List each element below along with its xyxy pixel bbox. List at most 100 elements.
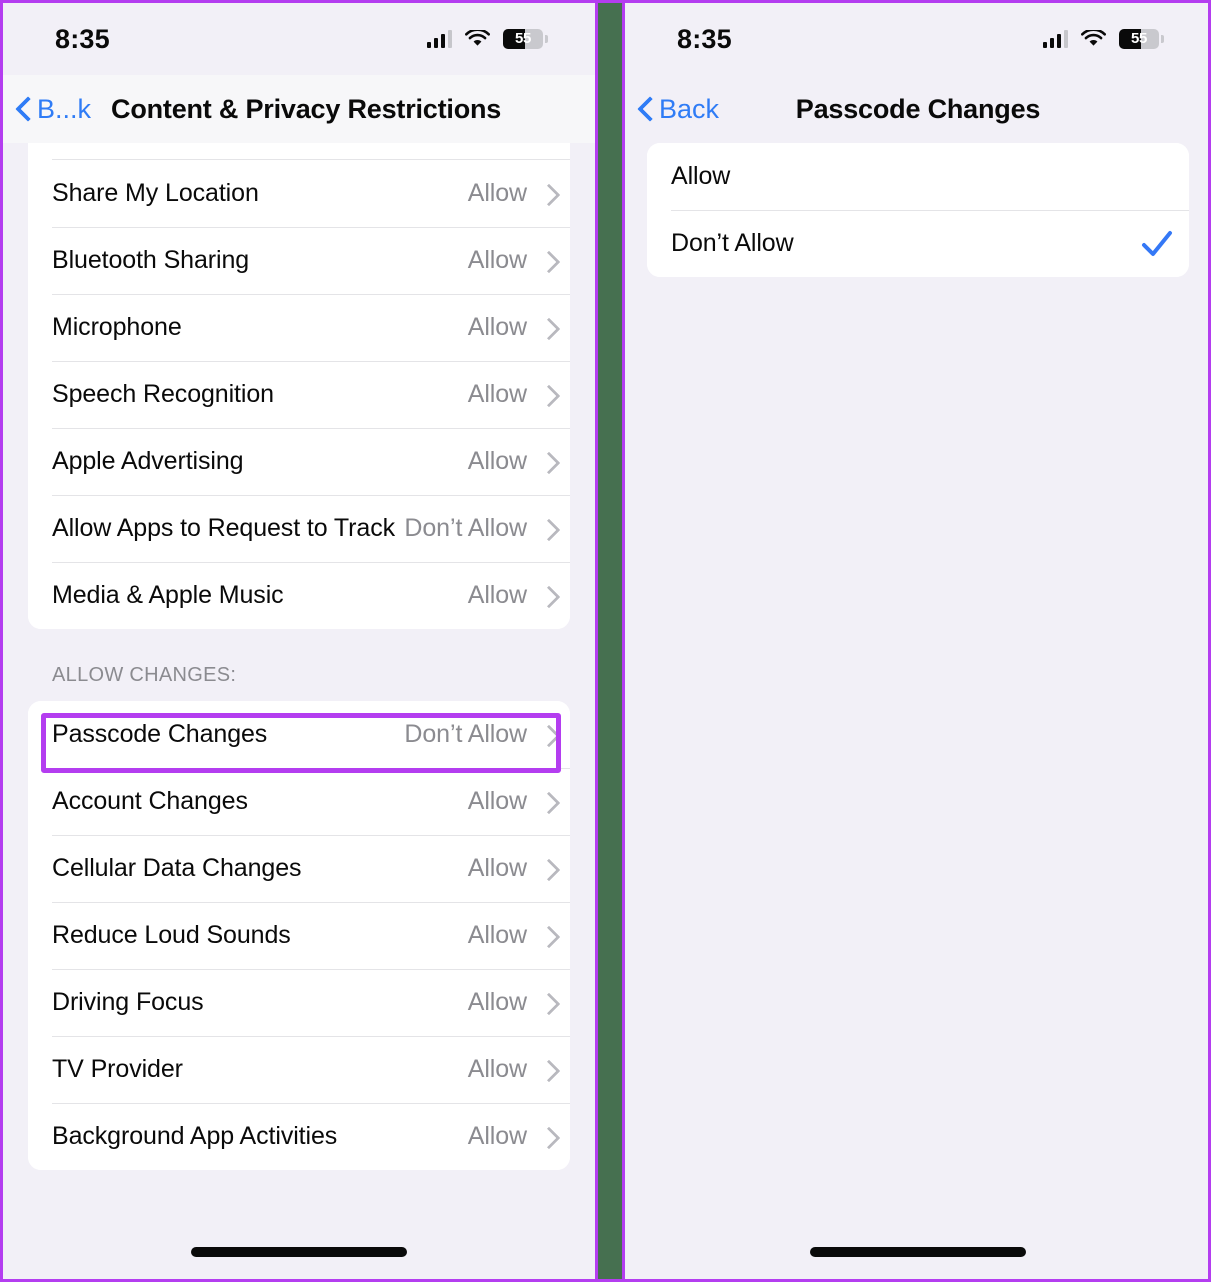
- settings-row-label: Speech Recognition: [52, 380, 274, 408]
- settings-row-label: Microphone: [52, 313, 182, 341]
- back-button-label: B...k: [37, 93, 92, 124]
- settings-row-value: Don’t Allow: [404, 720, 527, 748]
- settings-row-value: Allow: [467, 988, 527, 1016]
- settings-row-value: Allow: [467, 1055, 527, 1083]
- screenshot-root: 8:35 55 B...k Content & Privacy Restrict…: [0, 0, 1211, 1282]
- settings-row-trailing: Allow: [468, 1055, 554, 1084]
- settings-row-label: Cellular Data Changes: [52, 854, 302, 882]
- settings-row-trailing: Don’t Allow: [404, 720, 554, 749]
- status-bar: 8:35 55: [625, 3, 1208, 75]
- settings-row-label: Allow Apps to Request to Track: [52, 514, 396, 542]
- chevron-right-icon: [541, 183, 554, 205]
- left-phone-screen: 8:35 55 B...k Content & Privacy Restrict…: [3, 3, 595, 1279]
- settings-row[interactable]: Microphone Allow: [28, 294, 570, 361]
- settings-row[interactable]: TV Provider Allow: [28, 1036, 570, 1103]
- chevron-right-icon: [541, 451, 554, 473]
- settings-row-value: Allow: [467, 447, 527, 475]
- settings-row[interactable]: Account Changes Allow: [28, 768, 570, 835]
- home-indicator: [810, 1247, 1026, 1257]
- chevron-left-icon: [17, 96, 31, 122]
- chevron-right-icon: [541, 791, 554, 813]
- passcode-changes-options-card: Allow Don’t Allow: [647, 143, 1189, 277]
- back-button[interactable]: B...k: [17, 94, 91, 125]
- option-row[interactable]: Allow: [647, 143, 1189, 210]
- chevron-right-icon: [541, 317, 554, 339]
- settings-row-value: Allow: [467, 921, 527, 949]
- battery-percent-label: 55: [514, 30, 532, 47]
- settings-row[interactable]: Speech Recognition Allow: [28, 361, 570, 428]
- settings-row[interactable]: Passcode Changes Don’t Allow: [28, 701, 570, 768]
- settings-row[interactable]: Media & Apple Music Allow: [28, 562, 570, 629]
- navigation-bar: Back Passcode Changes: [625, 75, 1208, 143]
- settings-row-value: Allow: [467, 854, 527, 882]
- wifi-icon: [1081, 28, 1106, 48]
- settings-row[interactable]: Reduce Loud Sounds Allow: [28, 902, 570, 969]
- settings-row-value: Allow: [467, 1122, 527, 1150]
- settings-row-label: Driving Focus: [52, 988, 204, 1016]
- chevron-right-icon: [541, 384, 554, 406]
- settings-row[interactable]: Driving Focus Allow: [28, 969, 570, 1036]
- settings-row-trailing: Allow: [468, 313, 554, 342]
- settings-row[interactable]: Bluetooth Sharing Allow: [28, 227, 570, 294]
- settings-row[interactable]: Cellular Data Changes Allow: [28, 835, 570, 902]
- checkmark-icon: [1141, 229, 1173, 259]
- chevron-right-icon: [541, 992, 554, 1014]
- settings-row-label: Background App Activities: [52, 1122, 338, 1150]
- clipped-row: [28, 143, 570, 160]
- settings-row-trailing: Allow: [468, 179, 554, 208]
- screenshot-divider: [595, 3, 625, 1279]
- settings-row-trailing: Allow: [468, 380, 554, 409]
- status-time: 8:35: [55, 23, 110, 54]
- chevron-right-icon: [541, 925, 554, 947]
- settings-row-value: Allow: [467, 380, 527, 408]
- option-row[interactable]: Don’t Allow: [647, 210, 1189, 277]
- allow-changes-rows: Passcode Changes Don’t Allow Account Chang…: [28, 701, 570, 1170]
- passcode-changes-options: Allow Don’t Allow: [647, 143, 1189, 277]
- option-row-label: Don’t Allow: [671, 229, 794, 257]
- battery-icon: 55: [503, 29, 548, 49]
- settings-row[interactable]: Apple Advertising Allow: [28, 428, 570, 495]
- status-icons: 55: [1042, 28, 1164, 49]
- allow-changes-section-header: ALLOW CHANGES:: [52, 664, 237, 686]
- settings-row-label: Apple Advertising: [52, 447, 244, 475]
- navigation-bar: B...k Content & Privacy Restrictions: [3, 75, 595, 143]
- settings-row[interactable]: Background App Activities Allow: [28, 1103, 570, 1170]
- chevron-right-icon: [541, 518, 554, 540]
- settings-row-trailing: Allow: [468, 988, 554, 1017]
- chevron-right-icon: [541, 585, 554, 607]
- right-phone-screen: 8:35 55 Back Passcode Changes Allow Don’…: [625, 3, 1208, 1279]
- settings-scroll-area[interactable]: Share My Location Allow Bluetooth Sharing A…: [3, 143, 595, 1170]
- settings-row-trailing: Don’t Allow: [404, 514, 554, 543]
- settings-row-trailing: Allow: [468, 1122, 554, 1151]
- privacy-settings-rows: Share My Location Allow Bluetooth Sharing A…: [28, 160, 570, 629]
- settings-row-label: Reduce Loud Sounds: [52, 921, 291, 949]
- cellular-bars-icon: [426, 30, 452, 48]
- settings-row-label: Media & Apple Music: [52, 581, 284, 609]
- settings-row-value: Allow: [467, 246, 527, 274]
- privacy-settings-card: Share My Location Allow Bluetooth Sharing A…: [28, 143, 570, 629]
- settings-row-value: Don’t Allow: [404, 514, 527, 542]
- settings-row-trailing: Allow: [468, 921, 554, 950]
- settings-row-label: TV Provider: [52, 1055, 183, 1083]
- settings-row-value: Allow: [467, 581, 527, 609]
- settings-row-trailing: Allow: [468, 787, 554, 816]
- wifi-icon: [465, 28, 490, 48]
- settings-row-value: Allow: [467, 179, 527, 207]
- settings-row-trailing: Allow: [468, 246, 554, 275]
- chevron-right-icon: [541, 250, 554, 272]
- status-icons: 55: [426, 28, 548, 49]
- settings-row[interactable]: Share My Location Allow: [28, 160, 570, 227]
- status-time: 8:35: [677, 23, 732, 54]
- page-title: Passcode Changes: [795, 93, 1041, 124]
- home-indicator: [191, 1247, 407, 1257]
- settings-row-label: Bluetooth Sharing: [52, 246, 250, 274]
- allow-changes-card: Passcode Changes Don’t Allow Account Chang…: [28, 701, 570, 1170]
- settings-row-value: Allow: [467, 787, 527, 815]
- page-title: Content & Privacy Restrictions: [111, 93, 502, 124]
- settings-row-value: Allow: [467, 313, 527, 341]
- settings-row[interactable]: Allow Apps to Request to Track Don’t Allo…: [28, 495, 570, 562]
- chevron-right-icon: [541, 1126, 554, 1148]
- settings-row-trailing: Allow: [468, 854, 554, 883]
- settings-row-trailing: Allow: [468, 581, 554, 610]
- chevron-right-icon: [541, 724, 554, 746]
